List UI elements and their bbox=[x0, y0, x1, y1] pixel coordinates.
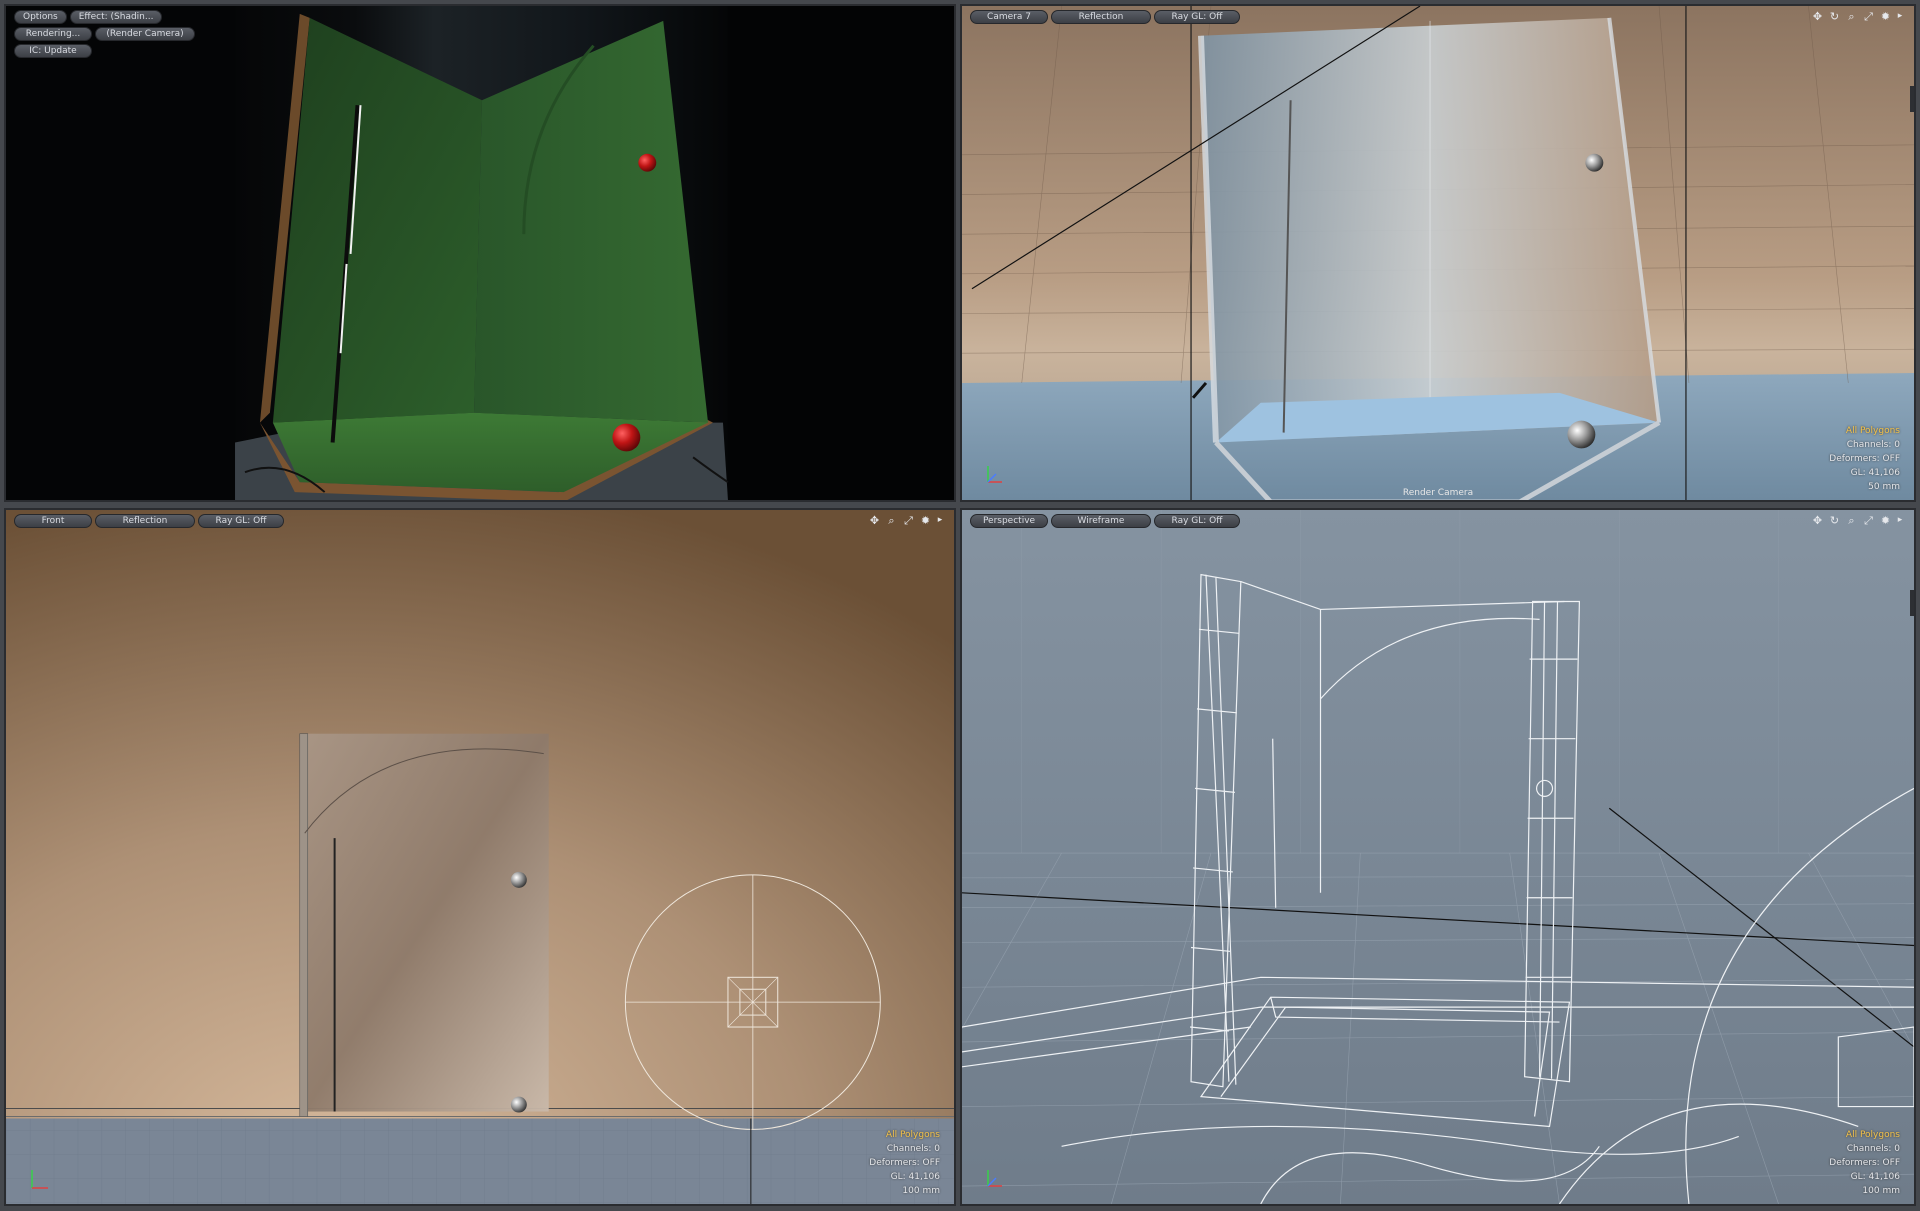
quad-viewport-layout: Options Effect: (Shadin... Rendering... … bbox=[0, 0, 1920, 1211]
front-viewport[interactable]: Front Reflection Ray GL: Off ✥ ⌕ ⤢ ✹ ▸ A… bbox=[4, 508, 956, 1206]
shading-mode-dropdown[interactable]: Reflection bbox=[1051, 10, 1151, 24]
viewport-scroll-handle[interactable] bbox=[1910, 590, 1914, 616]
expand-arrow-icon[interactable]: ▸ bbox=[936, 514, 944, 527]
move-icon[interactable]: ✥ bbox=[1811, 514, 1824, 527]
ray-gl-toggle[interactable]: Ray GL: Off bbox=[1154, 514, 1240, 528]
shading-mode-dropdown[interactable]: Reflection bbox=[95, 514, 195, 528]
rotate-icon[interactable]: ↻ bbox=[1828, 10, 1841, 23]
unit-readout: 50 mm bbox=[1868, 482, 1900, 492]
viewport-info-panel: All Polygons Channels: 0 Deformers: OFF … bbox=[1829, 1128, 1900, 1198]
zoom-icon[interactable]: ⌕ bbox=[1845, 514, 1858, 527]
selection-mode-label: All Polygons bbox=[1845, 426, 1900, 436]
axis-gizmo-icon bbox=[31, 1170, 48, 1189]
camera-dropdown[interactable]: Camera 7 bbox=[970, 10, 1048, 24]
front-toolbar: Front Reflection Ray GL: Off bbox=[14, 514, 284, 528]
camera-view-scene bbox=[962, 6, 1914, 500]
maximize-icon[interactable]: ⤢ bbox=[902, 514, 915, 527]
camera-name-label: Render Camera bbox=[1402, 488, 1474, 498]
viewport-info-panel: All Polygons Channels: 0 Deformers: OFF … bbox=[1829, 424, 1900, 494]
gear-icon[interactable]: ✹ bbox=[1879, 10, 1892, 23]
render-camera-dropdown[interactable]: (Render Camera) bbox=[95, 27, 195, 41]
expand-arrow-icon[interactable]: ▸ bbox=[1896, 10, 1904, 23]
ray-gl-toggle[interactable]: Ray GL: Off bbox=[198, 514, 284, 528]
deformers-readout: Deformers: OFF bbox=[869, 1158, 940, 1168]
perspective-toolbar: Perspective Wireframe Ray GL: Off bbox=[970, 514, 1240, 528]
move-icon[interactable]: ✥ bbox=[1811, 10, 1824, 23]
view-type-dropdown[interactable]: Perspective bbox=[970, 514, 1048, 528]
gl-readout: GL: 41,106 bbox=[890, 1172, 940, 1182]
deformers-readout: Deformers: OFF bbox=[1829, 454, 1900, 464]
deformers-readout: Deformers: OFF bbox=[1829, 1158, 1900, 1168]
channels-readout: Channels: 0 bbox=[1846, 440, 1900, 450]
move-icon[interactable]: ✥ bbox=[868, 514, 881, 527]
maximize-icon[interactable]: ⤢ bbox=[1862, 514, 1875, 527]
ic-update-dropdown[interactable]: IC: Update bbox=[14, 44, 92, 58]
gl-readout: GL: 41,106 bbox=[1850, 468, 1900, 478]
viewport-nav-icons: ✥ ↻ ⌕ ⤢ ✹ ▸ bbox=[1811, 514, 1904, 527]
viewport-nav-icons: ✥ ⌕ ⤢ ✹ ▸ bbox=[868, 514, 944, 527]
view-type-dropdown[interactable]: Front bbox=[14, 514, 92, 528]
render-toolbar: Options Effect: (Shadin... Rendering... … bbox=[14, 10, 234, 58]
gear-icon[interactable]: ✹ bbox=[1879, 514, 1892, 527]
unit-readout: 100 mm bbox=[902, 1186, 940, 1196]
shading-mode-dropdown[interactable]: Wireframe bbox=[1051, 514, 1151, 528]
channels-readout: Channels: 0 bbox=[886, 1144, 940, 1154]
maximize-icon[interactable]: ⤢ bbox=[1862, 10, 1875, 23]
rotate-icon[interactable]: ↻ bbox=[1828, 514, 1841, 527]
perspective-viewport[interactable]: Perspective Wireframe Ray GL: Off ✥ ↻ ⌕ … bbox=[960, 508, 1916, 1206]
viewport-scroll-handle[interactable] bbox=[1910, 86, 1914, 112]
camera-toolbar: Camera 7 Reflection Ray GL: Off bbox=[970, 10, 1240, 24]
render-preview-viewport[interactable]: Options Effect: (Shadin... Rendering... … bbox=[4, 4, 956, 502]
ray-gl-toggle[interactable]: Ray GL: Off bbox=[1154, 10, 1240, 24]
zoom-icon[interactable]: ⌕ bbox=[1845, 10, 1858, 23]
effect-shading-dropdown[interactable]: Effect: (Shadin... bbox=[69, 10, 163, 24]
wireframe-scene bbox=[962, 510, 1914, 1204]
axis-gizmo-icon bbox=[987, 1170, 1002, 1187]
unit-readout: 100 mm bbox=[1862, 1186, 1900, 1196]
selection-mode-label: All Polygons bbox=[885, 1130, 940, 1140]
render-preview-scene bbox=[6, 6, 954, 500]
viewport-nav-icons: ✥ ↻ ⌕ ⤢ ✹ ▸ bbox=[1811, 10, 1904, 23]
rendering-dropdown[interactable]: Rendering... bbox=[14, 27, 92, 41]
options-button[interactable]: Options bbox=[14, 10, 67, 24]
axis-gizmo-icon bbox=[987, 466, 1002, 483]
gl-readout: GL: 41,106 bbox=[1850, 1172, 1900, 1182]
viewport-info-panel: All Polygons Channels: 0 Deformers: OFF … bbox=[869, 1128, 940, 1198]
channels-readout: Channels: 0 bbox=[1846, 1144, 1900, 1154]
selection-mode-label: All Polygons bbox=[1845, 1130, 1900, 1140]
camera-viewport[interactable]: Camera 7 Reflection Ray GL: Off ✥ ↻ ⌕ ⤢ … bbox=[960, 4, 1916, 502]
gear-icon[interactable]: ✹ bbox=[919, 514, 932, 527]
zoom-icon[interactable]: ⌕ bbox=[885, 514, 898, 527]
front-view-scene bbox=[6, 510, 954, 1204]
expand-arrow-icon[interactable]: ▸ bbox=[1896, 514, 1904, 527]
